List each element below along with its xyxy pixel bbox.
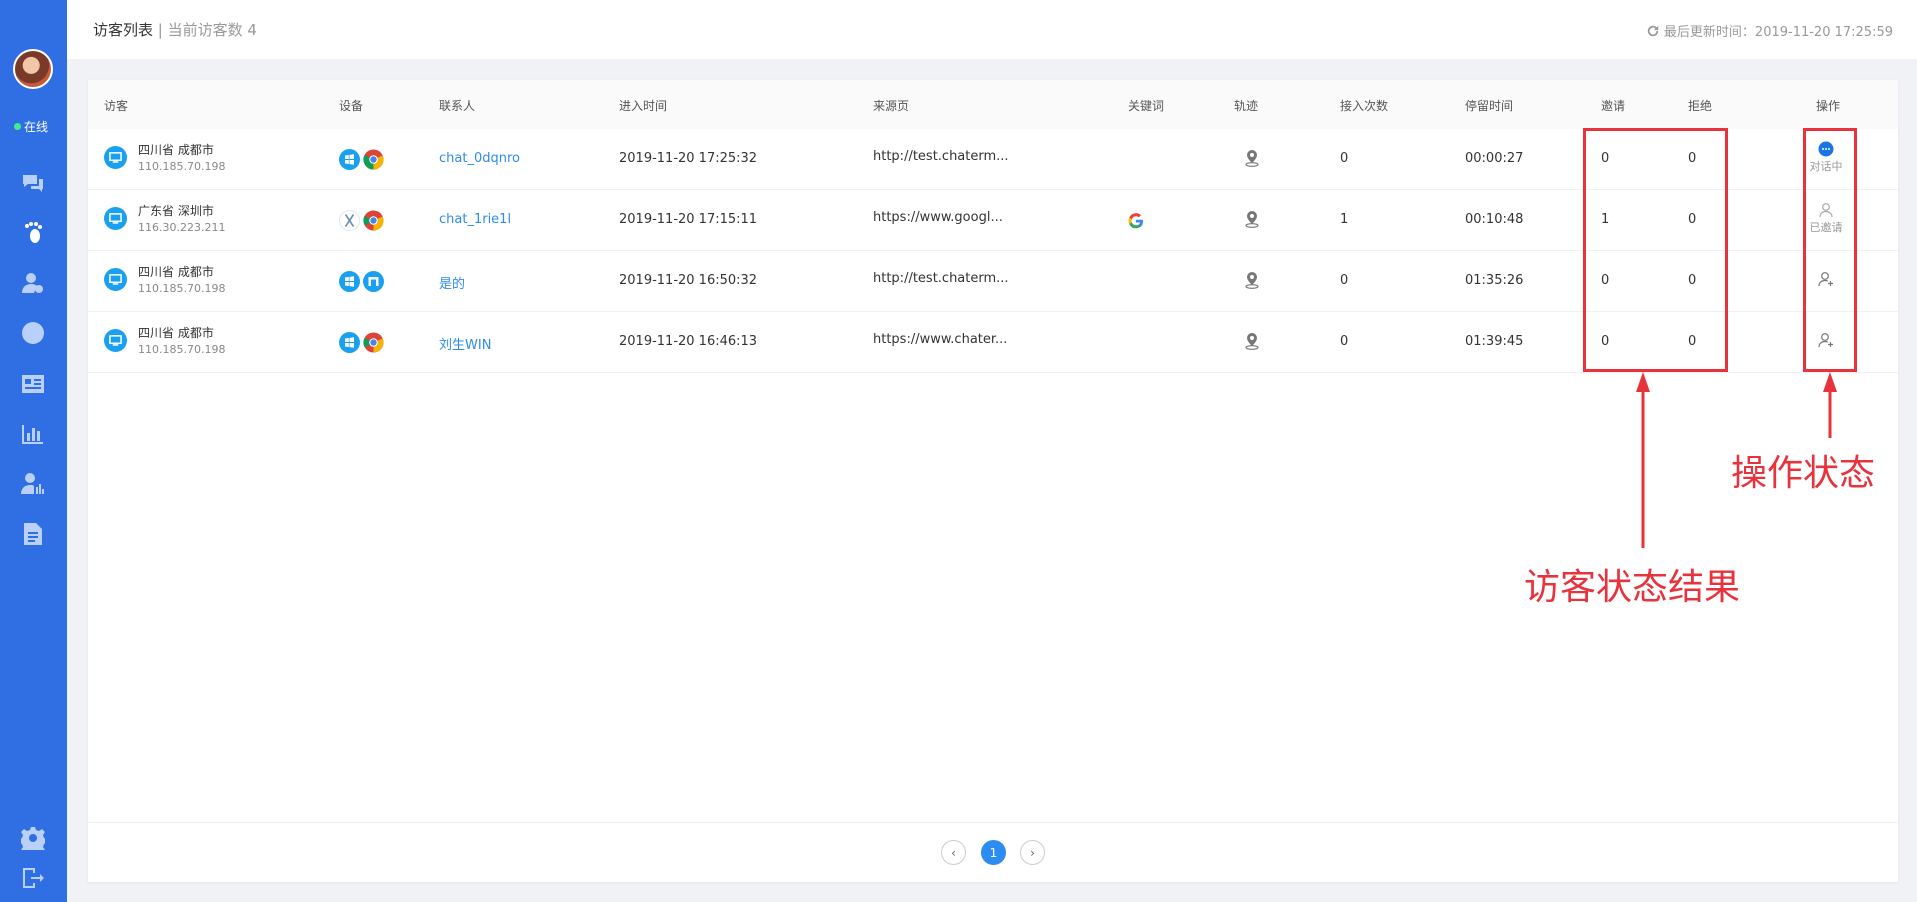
chrome-icon [363, 210, 384, 231]
visits-count: 0 [1340, 273, 1349, 288]
visitor-location: 广东省 深圳市 [138, 204, 214, 218]
prev-page-button[interactable]: ‹ [941, 840, 966, 865]
col-visits: 接入次数 [1340, 99, 1389, 113]
stay-time: 00:10:48 [1465, 212, 1524, 227]
track-location-icon[interactable] [1243, 332, 1261, 350]
online-dot [14, 123, 21, 130]
pc-icon [104, 268, 127, 291]
maxthon-icon [363, 271, 384, 292]
enter-time: 2019-11-20 17:15:11 [619, 212, 758, 227]
table-header: 访客 设备 联系人 进入时间 来源页 关键词 轨迹 接入次数 停留时间 邀请 拒… [88, 80, 1898, 129]
col-visitor: 访客 [104, 99, 129, 113]
chrome-icon [363, 332, 384, 353]
next-page-button[interactable]: › [1020, 840, 1045, 865]
title-text: 访客列表 [93, 21, 154, 39]
visits-count: 0 [1340, 334, 1349, 349]
windows-icon [339, 149, 360, 170]
op-status-annotation: 操作状态 [1731, 453, 1876, 494]
online-label: 在线 [24, 120, 49, 134]
chrome-icon [363, 149, 384, 170]
visitor-location: 四川省 成都市 [138, 143, 214, 157]
visitor-ip: 116.30.223.211 [138, 221, 226, 234]
last-updated[interactable]: 最后更新时间：2019-11-20 17:25:59 [1646, 21, 1893, 40]
visitor-location: 四川省 成都市 [138, 326, 214, 340]
track-location-icon[interactable] [1243, 271, 1261, 289]
contact-link[interactable]: chat_1rie1l [439, 212, 511, 227]
chevron-right-icon: › [1030, 845, 1035, 860]
stay-time: 01:39:45 [1465, 334, 1524, 349]
id-card-icon[interactable] [20, 371, 46, 397]
enter-time: 2019-11-20 16:46:13 [619, 334, 758, 349]
contact-link[interactable]: 刘生WIN [439, 334, 491, 353]
col-invite: 邀请 [1601, 99, 1626, 113]
col-device: 设备 [339, 99, 364, 113]
enter-time: 2019-11-20 17:25:32 [619, 151, 758, 166]
visitor-count: 当前访客数 4 [167, 21, 257, 39]
enter-time: 2019-11-20 16:50:32 [619, 273, 758, 288]
last-updated-text: 最后更新时间：2019-11-20 17:25:59 [1663, 25, 1893, 40]
visits-count: 0 [1340, 151, 1349, 166]
chat-bubbles-icon[interactable] [20, 170, 46, 196]
stay-time: 01:35:26 [1465, 273, 1524, 288]
col-enter-time: 进入时间 [619, 99, 668, 113]
op-status-highlight-box [1803, 128, 1857, 372]
sidebar: 在线 [0, 0, 67, 902]
contact-link[interactable]: 是的 [439, 273, 465, 292]
logout-icon[interactable] [20, 865, 46, 891]
pc-icon [104, 207, 127, 230]
bar-chart-icon[interactable] [20, 421, 46, 447]
source-page[interactable]: http://test.chaterm... [873, 149, 1013, 164]
col-source: 来源页 [873, 99, 910, 113]
col-stay: 停留时间 [1465, 99, 1514, 113]
chevron-left-icon: ‹ [951, 845, 956, 860]
col-contact: 联系人 [439, 99, 476, 113]
windows-icon [339, 332, 360, 353]
track-location-icon[interactable] [1243, 210, 1261, 228]
macos-x-icon [339, 210, 360, 231]
title-separator: | [157, 21, 163, 39]
pc-icon [104, 146, 127, 169]
visitor-location: 四川省 成都市 [138, 265, 214, 279]
user-chart-icon[interactable] [20, 471, 46, 497]
refresh-icon[interactable] [1646, 24, 1660, 38]
visitor-ip: 110.185.70.198 [138, 343, 226, 356]
pc-icon [104, 329, 127, 352]
pagination: ‹ 1 › [88, 822, 1898, 882]
google-icon [1128, 213, 1143, 229]
visitor-ip: 110.185.70.198 [138, 282, 226, 295]
avatar[interactable] [13, 49, 53, 89]
track-location-icon[interactable] [1243, 149, 1261, 167]
document-icon[interactable] [20, 521, 46, 547]
windows-icon [339, 271, 360, 292]
col-reject: 拒绝 [1688, 99, 1713, 113]
source-page[interactable]: https://www.chater... [873, 332, 1013, 347]
col-operation: 操作 [1816, 99, 1841, 113]
stay-time: 00:00:27 [1465, 151, 1524, 166]
visits-count: 1 [1340, 212, 1349, 227]
gear-icon[interactable] [20, 825, 46, 851]
col-track: 轨迹 [1234, 99, 1259, 113]
visitor-status-annotation: 访客状态结果 [1524, 567, 1741, 608]
contact-link[interactable]: chat_0dqnro [439, 151, 520, 166]
source-page[interactable]: http://test.chaterm... [873, 271, 1013, 286]
page-button-current[interactable]: 1 [981, 840, 1006, 865]
page-header: 访客列表 | 当前访客数 4 最后更新时间：2019-11-20 17:25:5… [67, 0, 1917, 59]
clock-icon[interactable] [20, 320, 46, 346]
col-keyword: 关键词 [1128, 99, 1165, 113]
page-title: 访客列表 | 当前访客数 4 [93, 19, 257, 40]
users-icon[interactable] [20, 270, 46, 296]
source-page[interactable]: https://www.googl... [873, 210, 1013, 225]
footprint-icon[interactable] [20, 220, 46, 246]
visitor-ip: 110.185.70.198 [138, 160, 226, 173]
online-status[interactable]: 在线 [14, 118, 48, 135]
visitor-status-highlight-box [1583, 128, 1728, 372]
